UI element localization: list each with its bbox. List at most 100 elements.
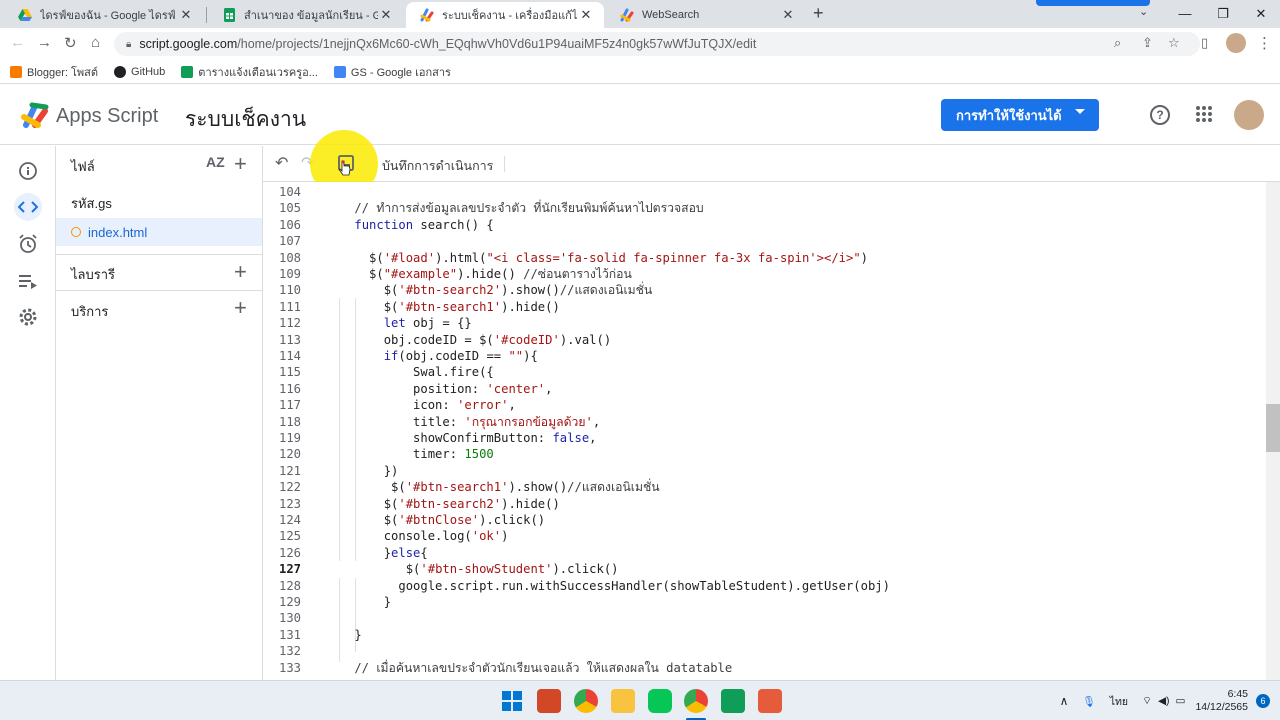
add-file-button[interactable]: +: [234, 153, 247, 175]
camtasia-green-icon[interactable]: [721, 689, 745, 713]
undo-icon[interactable]: ↶: [275, 153, 288, 173]
menu-icon[interactable]: ⋮: [1257, 34, 1272, 52]
sort-az-icon[interactable]: AZ: [206, 154, 225, 170]
code-line[interactable]: 116 position: 'center',: [263, 381, 1267, 397]
share-icon[interactable]: ⇪: [1142, 35, 1153, 51]
back-icon[interactable]: ←: [10, 34, 25, 51]
add-library-button[interactable]: +: [234, 261, 247, 283]
tab-sheets[interactable]: สำเนาของ ข้อมูลนักเรียน - Google ชี ✕: [208, 2, 404, 28]
windows-start-icon[interactable]: [500, 689, 524, 713]
battery-icon[interactable]: ▭: [1176, 695, 1186, 707]
tab-websearch[interactable]: WebSearch ✕: [606, 2, 806, 28]
file-item-code-gs[interactable]: รหัส.gs: [56, 189, 262, 217]
new-tab-button[interactable]: +: [813, 3, 824, 24]
executions-icon[interactable]: [14, 267, 42, 295]
code-line[interactable]: 126 }else{: [263, 545, 1267, 561]
code-line[interactable]: 118 title: 'กรุณากรอกข้อมูลด้วย',: [263, 414, 1267, 430]
execution-log-button[interactable]: บันทึกการดำเนินการ: [382, 156, 493, 176]
bookmark-sheet[interactable]: ตารางแจ้งเตือนเวรครูอ...: [181, 63, 318, 81]
code-text: if(obj.codeID == ""){: [383, 349, 538, 363]
address-bar[interactable]: 🔒︎ script.google.com/home/projects/1nejj…: [114, 32, 1200, 56]
code-line[interactable]: 124 $('#btnClose').click(): [263, 512, 1267, 528]
code-line[interactable]: 110 $('#btn-search2').show()//แสดงเอนิเม…: [263, 282, 1267, 298]
home-icon[interactable]: ⌂: [91, 34, 100, 51]
apps-grid-icon[interactable]: [1196, 106, 1212, 122]
add-service-button[interactable]: +: [234, 297, 247, 319]
sidepanel-icon[interactable]: ▯: [1201, 35, 1208, 51]
code-line[interactable]: 111 $('#btn-search1').hide(): [263, 299, 1267, 315]
tab-apps-script[interactable]: ระบบเช็คงาน - เครื่องมือแก้ไขโครงการ ✕: [406, 2, 604, 28]
code-line[interactable]: 117 icon: 'error',: [263, 397, 1267, 413]
zoom-icon[interactable]: ⌕: [1114, 35, 1121, 51]
overview-icon[interactable]: [14, 157, 42, 185]
code-line[interactable]: 122 $('#btn-search1').show()//แสดงเอนิเม…: [263, 479, 1267, 495]
code-line[interactable]: 123 $('#btn-search2').hide(): [263, 496, 1267, 512]
help-icon[interactable]: ?: [1150, 105, 1170, 125]
code-line[interactable]: 109 $("#example").hide() //ซ่อนตารางไว้ก…: [263, 266, 1267, 282]
camtasia-red-icon[interactable]: [758, 689, 782, 713]
volume-icon[interactable]: ◀︎): [1158, 695, 1170, 707]
triggers-icon[interactable]: [14, 230, 42, 258]
code-line[interactable]: 113 obj.codeID = $('#codeID').val(): [263, 332, 1267, 348]
code-line[interactable]: 129 }: [263, 594, 1267, 610]
line-number: 124: [278, 513, 301, 527]
chrome-icon[interactable]: [684, 689, 708, 713]
clock[interactable]: 6:45 14/12/2565: [1195, 688, 1248, 714]
code-line[interactable]: 107: [263, 233, 1267, 249]
bookmark-blogger[interactable]: Blogger: โพสต์: [10, 63, 98, 81]
close-window-icon[interactable]: ✕: [1242, 0, 1280, 28]
avatar[interactable]: [1226, 33, 1246, 53]
file-explorer-icon[interactable]: [611, 689, 635, 713]
bookmarks-bar: Blogger: โพสต์ GitHub ตารางแจ้งเตือนเวรค…: [0, 60, 1280, 84]
code-line[interactable]: 121 }): [263, 463, 1267, 479]
code-line[interactable]: 128 google.script.run.withSuccessHandler…: [263, 578, 1267, 594]
settings-icon[interactable]: [14, 303, 42, 331]
wifi-icon[interactable]: ⌔: [1142, 694, 1152, 708]
code-line[interactable]: 105 // ทำการส่งข้อมูลเลขประจำตัว ที่นักเ…: [263, 200, 1267, 216]
scrollbar-thumb[interactable]: [1266, 404, 1280, 452]
chrome-icon[interactable]: [574, 689, 598, 713]
microphone-icon[interactable]: 🎙︎: [1082, 695, 1095, 708]
code-line[interactable]: 132: [263, 643, 1267, 659]
account-avatar[interactable]: [1234, 100, 1264, 130]
chevron-up-icon[interactable]: ∧: [1060, 694, 1069, 708]
code-line[interactable]: 127 $('#btn-showStudent').click(): [263, 561, 1267, 578]
powerpoint-icon[interactable]: [537, 689, 561, 713]
bookmark-docs[interactable]: GS - Google เอกสาร: [333, 63, 451, 81]
code-line[interactable]: 112 let obj = {}: [263, 315, 1267, 331]
code-text: $('#btn-search1').show()//แสดงเอนิเมชั่น: [325, 480, 660, 495]
bookmark-github[interactable]: GitHub: [114, 65, 165, 78]
minimize-icon[interactable]: —: [1166, 0, 1204, 28]
code-line[interactable]: 120 timer: 1500: [263, 446, 1267, 462]
editor-icon[interactable]: [14, 193, 42, 221]
project-title[interactable]: ระบบเช็คงาน: [185, 103, 306, 136]
input-language[interactable]: ไทย: [1110, 693, 1128, 710]
star-icon[interactable]: ☆: [1168, 35, 1180, 51]
forward-icon[interactable]: →: [37, 34, 52, 51]
file-item-index-html[interactable]: index.html: [56, 218, 262, 246]
code-line[interactable]: 133 // เมื่อค้นหาเลขประจำตัวนักเรียนเจอแ…: [263, 660, 1267, 676]
code-line[interactable]: 115 Swal.fire({: [263, 364, 1267, 380]
close-icon[interactable]: ✕: [780, 7, 796, 23]
code-line[interactable]: 108 $('#load').html("<i class='fa-solid …: [263, 250, 1267, 266]
close-icon[interactable]: ✕: [578, 7, 594, 23]
code-line[interactable]: 130: [263, 610, 1267, 626]
close-icon[interactable]: ✕: [378, 7, 394, 23]
code-line[interactable]: 125 console.log('ok'): [263, 528, 1267, 544]
code-line[interactable]: 119 showConfirmButton: false,: [263, 430, 1267, 446]
code-editor[interactable]: 104 105 // ทำการส่งข้อมูลเลขประจำตัว ที่น…: [263, 182, 1280, 680]
notification-badge[interactable]: 6: [1256, 694, 1270, 708]
close-icon[interactable]: ✕: [178, 7, 194, 23]
code-line[interactable]: 131 }: [263, 627, 1267, 643]
libraries-heading: ไลบรารี: [71, 267, 116, 282]
chevron-down-icon[interactable]: ⌄: [1139, 5, 1148, 18]
code-line[interactable]: 106 function search() {: [263, 217, 1267, 233]
pointer-cursor-icon: [339, 160, 351, 176]
tab-drive[interactable]: ไดรฟ์ของฉัน - Google ไดรฟ์ ✕: [4, 2, 204, 28]
code-line[interactable]: 114 if(obj.codeID == ""){: [263, 348, 1267, 364]
line-icon[interactable]: [648, 689, 672, 713]
reload-icon[interactable]: ↻: [64, 34, 77, 52]
maximize-icon[interactable]: ❐: [1204, 0, 1242, 28]
code-line[interactable]: 104: [263, 184, 1267, 200]
deploy-button[interactable]: การทำให้ใช้งานได้: [941, 99, 1099, 131]
